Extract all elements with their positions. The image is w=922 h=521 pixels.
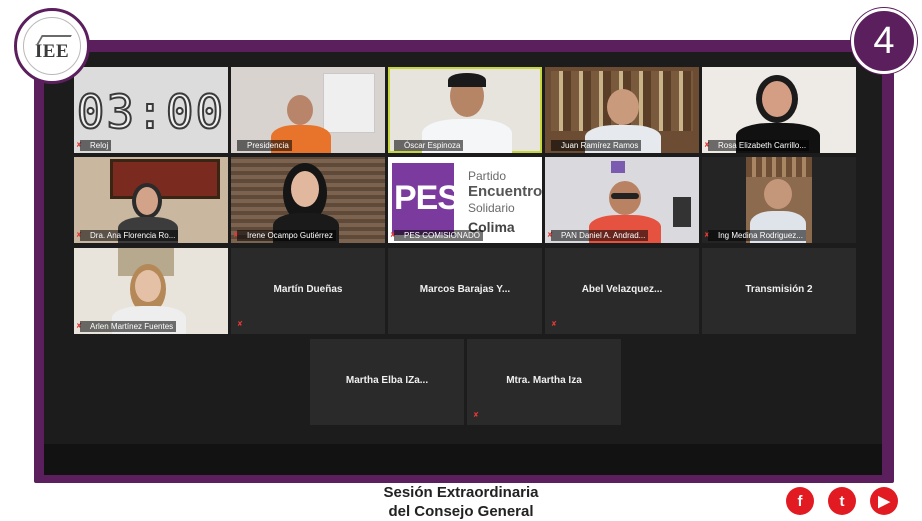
tile-name: Arlen Martínez Fuentes bbox=[80, 321, 177, 332]
tile-name: PAN Daniel A. Andrad... bbox=[551, 230, 649, 241]
person-head bbox=[291, 171, 319, 207]
person-head bbox=[135, 270, 161, 302]
tile-martha-elba[interactable]: Martha Elba IZa... bbox=[310, 339, 464, 425]
tile-name: Reloj bbox=[80, 140, 112, 151]
tile-ana-florencia[interactable]: ✘ Dra. Ana Florencia Ro... bbox=[74, 157, 228, 243]
tile-marcos-barajas[interactable]: Marcos Barajas Y... bbox=[388, 248, 542, 334]
tile-name: Juan Ramírez Ramos bbox=[551, 140, 642, 151]
person-hair bbox=[448, 73, 486, 87]
pes-line-2: Encuentro bbox=[468, 183, 542, 200]
channel-number-badge: 4 bbox=[851, 8, 917, 74]
tile-rosa-elizabeth[interactable]: ✘ Rosa Elizabeth Carrillo... bbox=[702, 67, 856, 153]
person-head bbox=[136, 187, 158, 215]
youtube-icon[interactable]: ▶ bbox=[870, 487, 898, 515]
participant-name: Martín Dueñas bbox=[273, 284, 343, 295]
participant-name: Marcos Barajas Y... bbox=[419, 284, 511, 295]
monitor bbox=[673, 197, 691, 227]
person-head bbox=[764, 179, 792, 209]
participant-name: Martha Elba IZa... bbox=[345, 375, 429, 386]
glasses bbox=[611, 193, 639, 199]
mic-muted-icon: ✘ bbox=[551, 321, 557, 328]
iee-banner bbox=[323, 73, 375, 133]
participant-name: Transmisión 2 bbox=[745, 284, 813, 295]
person-head bbox=[287, 95, 313, 125]
tile-name: PES COMISIONADO bbox=[394, 230, 484, 241]
tile-oscar-espinoza[interactable]: Óscar Espinoza bbox=[388, 67, 542, 153]
tile-irene-ocampo[interactable]: ✘ Irene Ocampo Gutiérrez bbox=[231, 157, 385, 243]
tile-pes-comisionado[interactable]: PES Partido Encuentro Solidario Colima ✘… bbox=[388, 157, 542, 243]
pes-line-3: Solidario bbox=[468, 201, 515, 215]
tile-ing-medina[interactable]: ✘ Ing Medina Rodriguez... bbox=[702, 157, 856, 243]
participant-name: Abel Velazquez... bbox=[581, 284, 663, 295]
tile-pan-daniel[interactable]: ✘ PAN Daniel A. Andrad... bbox=[545, 157, 699, 243]
twitter-icon[interactable]: t bbox=[828, 487, 856, 515]
tile-name: Rosa Elizabeth Carrillo... bbox=[708, 140, 810, 151]
tile-abel-velazquez[interactable]: Abel Velazquez... ✘ bbox=[545, 248, 699, 334]
pes-line-1: Partido bbox=[468, 169, 507, 183]
wall-painting bbox=[110, 159, 220, 199]
mic-muted-icon: ✘ bbox=[473, 412, 479, 419]
ceiling-beams bbox=[746, 157, 812, 177]
tile-name: Óscar Espinoza bbox=[394, 140, 464, 151]
wall-sign bbox=[611, 161, 625, 173]
tile-name: Ing Medina Rodriguez... bbox=[708, 230, 806, 241]
logo-roof bbox=[36, 35, 72, 45]
tile-martin-duenas[interactable]: Martín Dueñas ✘ bbox=[231, 248, 385, 334]
tile-transmision-2[interactable]: Transmisión 2 bbox=[702, 248, 856, 334]
session-title-line-1: Sesión Extraordinaria bbox=[383, 484, 539, 501]
logo-ring bbox=[23, 17, 81, 75]
grid-footer bbox=[44, 444, 882, 475]
participant-name: Mtra. Martha Iza bbox=[506, 375, 582, 386]
mic-muted-icon: ✘ bbox=[237, 321, 243, 328]
facebook-icon[interactable]: f bbox=[786, 487, 814, 515]
tile-name: Presidencia bbox=[237, 140, 292, 151]
tile-name: Dra. Ana Florencia Ro... bbox=[80, 230, 179, 241]
person-head bbox=[607, 89, 639, 125]
tile-mtra-martha-iza[interactable]: Mtra. Martha Iza ✘ bbox=[467, 339, 621, 425]
clock-display: 03:00 bbox=[76, 84, 226, 140]
tile-reloj[interactable]: 03:00 ✘ Reloj bbox=[74, 67, 228, 153]
iee-logo: IEE bbox=[14, 8, 90, 84]
pes-logo-text: PES bbox=[394, 179, 460, 217]
tile-presidencia[interactable]: Presidencia bbox=[231, 67, 385, 153]
person-head bbox=[762, 81, 792, 117]
tile-name: Irene Ocampo Gutiérrez bbox=[237, 230, 336, 241]
tile-arlen-martinez[interactable]: ✘ Arlen Martínez Fuentes bbox=[74, 248, 228, 334]
session-title-line-2: del Consejo General bbox=[388, 503, 534, 520]
tile-juan-ramirez[interactable]: Juan Ramírez Ramos bbox=[545, 67, 699, 153]
